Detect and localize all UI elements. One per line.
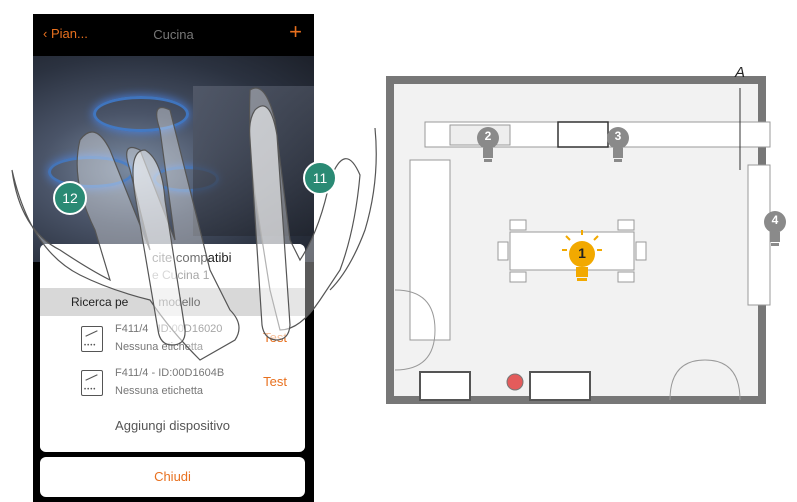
light-bulb-on-icon[interactable]: 1 xyxy=(562,230,602,290)
light-number: 2 xyxy=(484,129,492,143)
light-bulb-icon[interactable]: 3 xyxy=(606,126,630,166)
light-bulb-icon[interactable]: 4 xyxy=(763,210,787,250)
light-number: 3 xyxy=(614,129,622,143)
light-bulb-icon[interactable]: 2 xyxy=(476,126,500,166)
light-number: 1 xyxy=(578,245,586,261)
light-number: 4 xyxy=(771,213,779,227)
area-leader-line xyxy=(739,88,741,170)
